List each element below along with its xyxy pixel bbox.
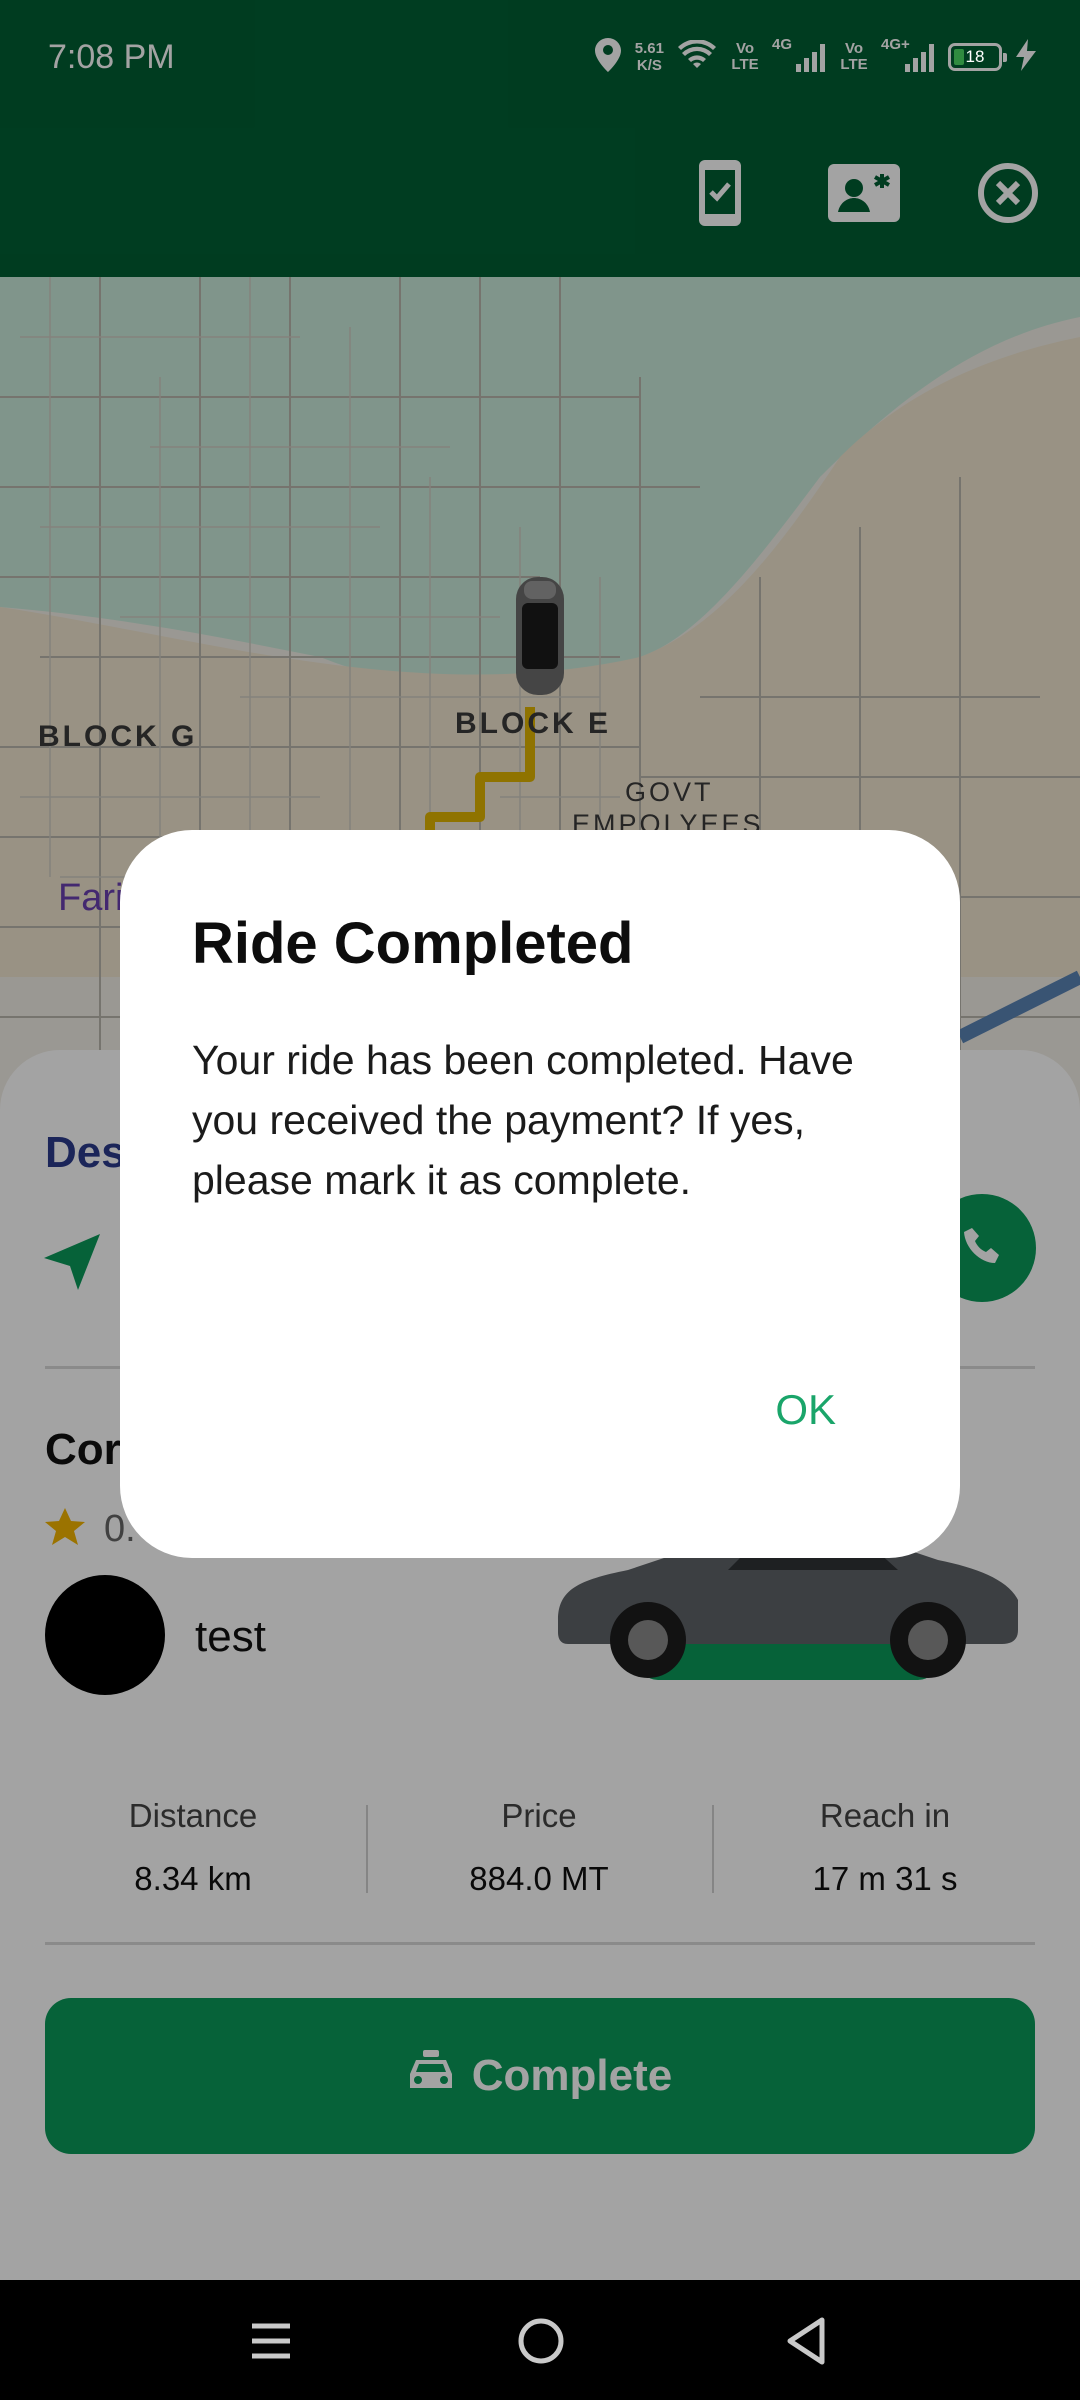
back-button[interactable] — [782, 2314, 832, 2368]
recent-apps-button[interactable] — [246, 2316, 296, 2366]
dialog-title: Ride Completed — [192, 911, 634, 976]
ok-button[interactable]: OK — [775, 1386, 836, 1434]
dialog-message: Your ride has been completed. Have you r… — [192, 1037, 854, 1203]
ride-completed-dialog: Ride Completed Your ride has been comple… — [120, 830, 960, 1558]
battery-level: 18 — [965, 47, 985, 66]
home-button[interactable] — [514, 2314, 568, 2368]
system-nav-bar — [0, 2280, 1080, 2400]
